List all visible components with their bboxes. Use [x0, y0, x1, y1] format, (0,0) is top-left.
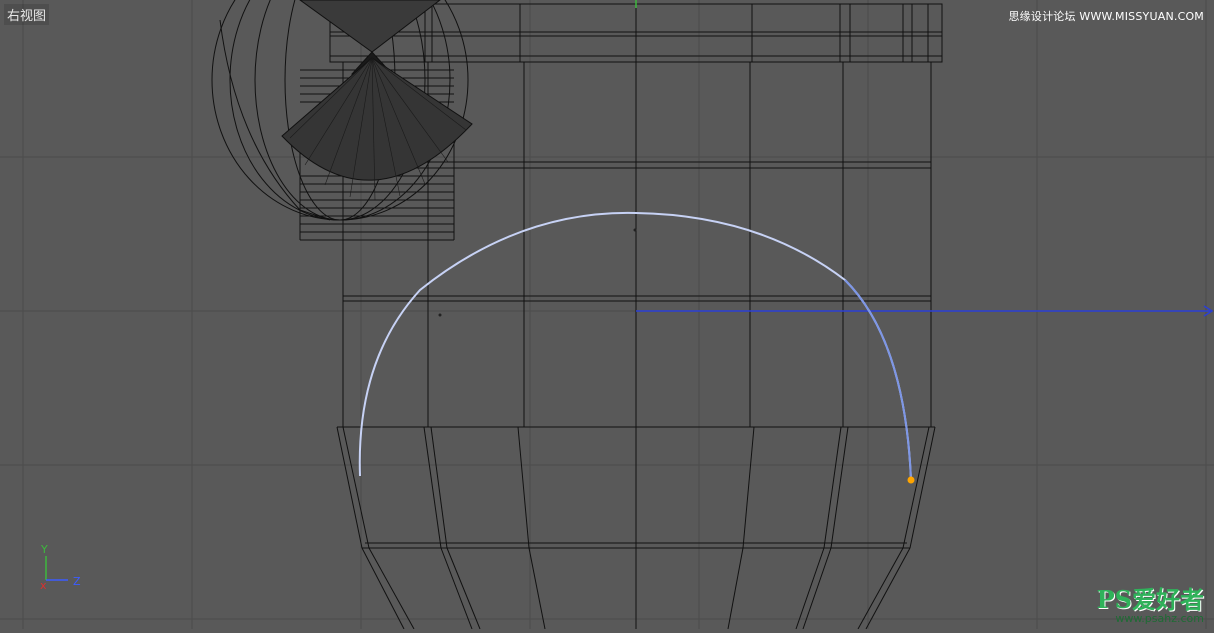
spline-end-point[interactable] — [907, 476, 915, 484]
axis-gizmo-x-mark: x — [40, 579, 47, 592]
grid — [0, 0, 1214, 629]
pivot-dot — [438, 313, 442, 317]
pivot-dot — [633, 228, 637, 232]
viewport-right-view[interactable]: Y Z x 右视图 思缘设计论坛 WWW.MISSYUAN.COM PS爱好者 … — [0, 0, 1214, 630]
viewport-canvas[interactable]: Y Z x — [0, 0, 1214, 630]
watermark-top: 思缘设计论坛 WWW.MISSYUAN.COM — [1008, 10, 1204, 23]
axis-gizmo: Y Z x — [40, 543, 81, 592]
watermark-bottom: PS爱好者 www.psahz.com — [1096, 585, 1204, 626]
hourglass-fan-object[interactable] — [281, 0, 473, 181]
viewport-label[interactable]: 右视图 — [4, 4, 50, 25]
axis-gizmo-y-label: Y — [40, 543, 48, 556]
spline-arc[interactable] — [358, 211, 912, 481]
spline-arc-end-segment — [844, 279, 912, 481]
watermark-logo: PS爱好者 — [1096, 585, 1204, 614]
axis-gizmo-z-label: Z — [73, 575, 81, 588]
